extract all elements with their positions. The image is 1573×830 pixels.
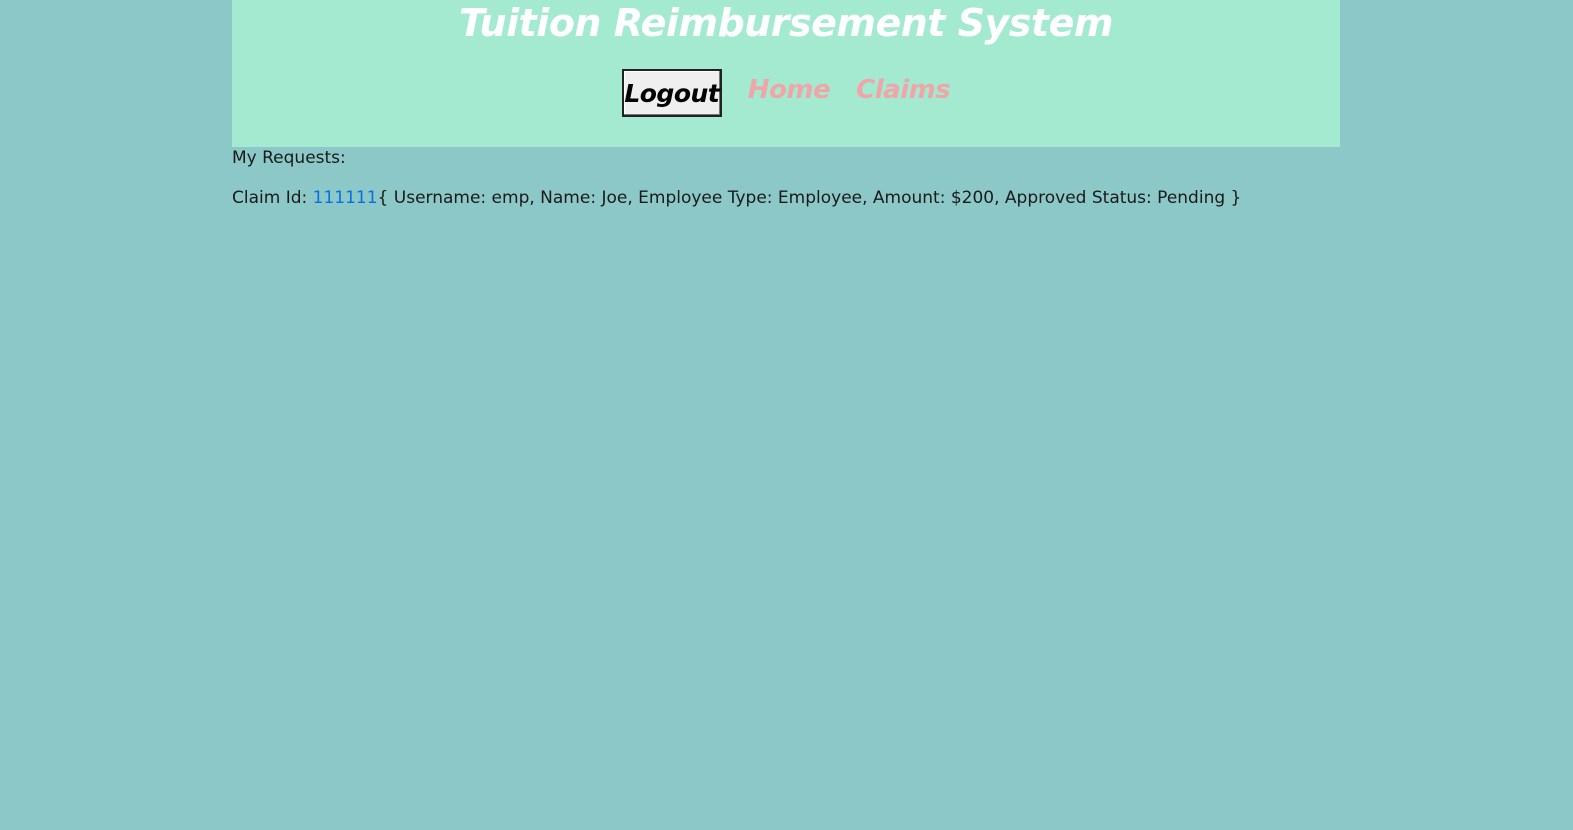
main-nav: Logout Home Claims: [232, 69, 1340, 117]
main-content: My Requests: Claim Id: 111111{ Username:…: [232, 148, 1340, 208]
nav-link-claims[interactable]: Claims: [856, 75, 951, 105]
site-header: Tuition Reimbursement System Logout Home…: [232, 0, 1340, 147]
my-requests-heading: My Requests:: [232, 148, 346, 168]
page-container: Tuition Reimbursement System Logout Home…: [232, 0, 1340, 208]
site-title: Tuition Reimbursement System: [459, 1, 1113, 45]
logout-button[interactable]: Logout: [621, 69, 722, 117]
claim-id-label: Claim Id:: [232, 188, 313, 208]
claim-details: { Username: emp, Name: Joe, Employee Typ…: [377, 188, 1242, 208]
claim-id-link[interactable]: 111111: [313, 188, 378, 208]
nav-link-home[interactable]: Home: [748, 75, 831, 105]
claim-item: Claim Id: 111111{ Username: emp, Name: J…: [232, 188, 1340, 208]
